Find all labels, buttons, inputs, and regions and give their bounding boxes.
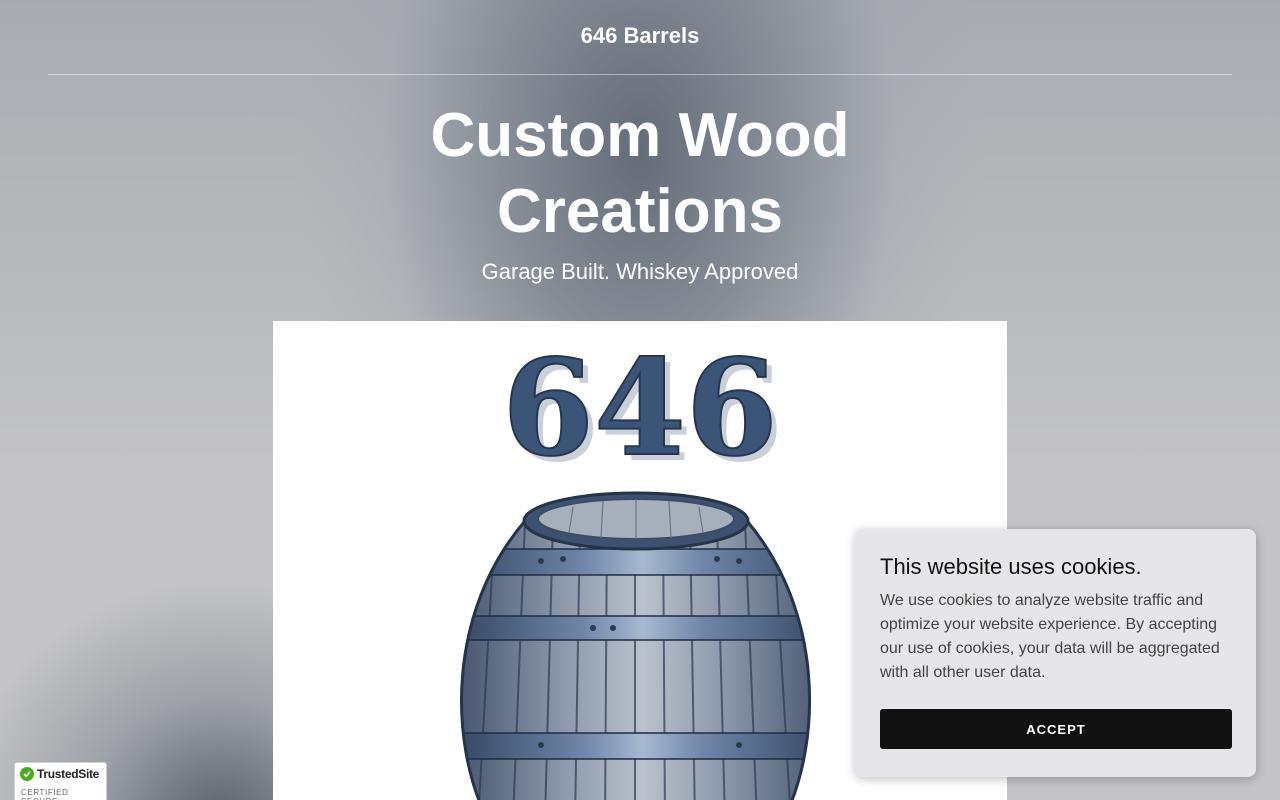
hero-title-line-1: Custom Wood bbox=[430, 101, 850, 170]
accept-cookies-button[interactable]: ACCEPT bbox=[880, 709, 1232, 749]
cookie-banner: This website uses cookies. We use cookie… bbox=[855, 529, 1256, 777]
cookie-banner-title: This website uses cookies. bbox=[880, 554, 1142, 579]
trust-badge-header: TrustedSite bbox=[20, 767, 99, 781]
background-shadow bbox=[0, 500, 300, 800]
trust-badge-name: TrustedSite bbox=[37, 767, 100, 781]
header-divider bbox=[48, 74, 1232, 75]
trustedsite-badge[interactable]: TrustedSite CERTIFIED SECURE bbox=[14, 762, 107, 800]
hero-title: Custom Wood Creations bbox=[390, 98, 890, 250]
hero-subtitle: Garage Built. Whiskey Approved bbox=[481, 259, 799, 284]
logo-number: 646 bbox=[502, 331, 778, 486]
trust-badge-tagline: CERTIFIED SECURE bbox=[21, 788, 69, 800]
check-icon bbox=[20, 767, 34, 781]
barrel-icon bbox=[461, 521, 810, 800]
page: 646 Barrels Custom Wood Creations Garage… bbox=[0, 0, 1280, 800]
hero-title-line-2: Creations bbox=[497, 177, 783, 246]
site-title[interactable]: 646 Barrels bbox=[0, 22, 1280, 50]
cookie-banner-text: We use cookies to analyze website traffi… bbox=[880, 592, 1220, 681]
